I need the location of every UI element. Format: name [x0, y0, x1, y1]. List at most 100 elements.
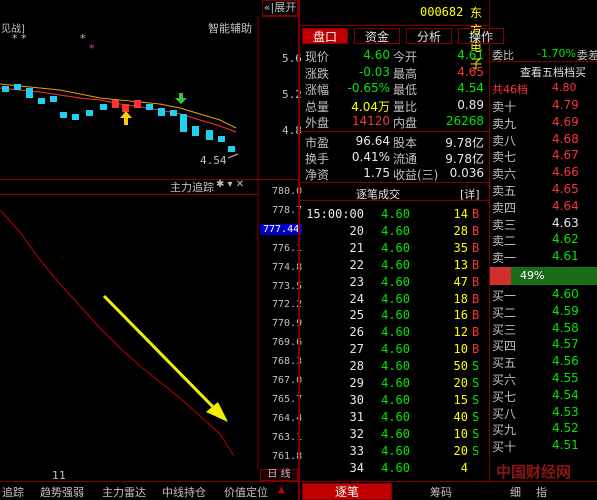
candle: [112, 100, 119, 108]
trade-direction: S: [472, 443, 480, 458]
fund-label: 换手: [305, 152, 330, 166]
trade-price: 4.60: [381, 342, 410, 357]
ask-price[interactable]: 4.67: [552, 148, 579, 162]
candle: [122, 104, 129, 112]
bid-price[interactable]: 4.59: [552, 304, 579, 318]
trade-direction: S: [472, 409, 480, 424]
bid-price[interactable]: 4.58: [552, 321, 579, 335]
ask-price[interactable]: 4.68: [552, 132, 579, 146]
trade-price: 4.60: [381, 460, 410, 475]
trade-volume: 28: [453, 223, 468, 238]
trade-time: 26: [349, 325, 364, 340]
ask-price[interactable]: 4.64: [552, 199, 579, 213]
candle: [100, 104, 107, 110]
ask-level-label: 卖七: [492, 150, 517, 165]
kline-panel[interactable]: 见战] 智能辅助 * * * * «|展开 5.6 5.2 4.8 4.54: [0, 0, 302, 180]
quote-value: 4.54: [457, 81, 484, 95]
indicator-panel[interactable]: 主力追踪 ✱ ▾ ✕ 780.0 778.7 777.44 776.1 774.8 773…: [0, 179, 303, 482]
bid-price[interactable]: 4.52: [552, 421, 579, 435]
view-all-levels[interactable]: 查看五档档买: [520, 64, 586, 80]
candle: [86, 110, 93, 116]
trade-time: 20: [349, 223, 364, 238]
tab-chips[interactable]: 筹码: [430, 484, 452, 500]
tab-trace[interactable]: 追踪: [2, 484, 24, 500]
trade-volume: 18: [453, 291, 468, 306]
bottom-tab-bar: 追踪 趋势强弱 主力雷达 中线持仓 价值定位 ▲: [0, 481, 298, 500]
bid-price[interactable]: 4.51: [552, 438, 579, 452]
ask-price[interactable]: 4.79: [552, 98, 579, 112]
trade-direction: B: [472, 207, 480, 221]
tab-analysis[interactable]: 分析: [406, 28, 452, 44]
quote-label: 现价: [305, 50, 330, 64]
bid-level-label: 买九: [492, 423, 517, 438]
trade-direction: S: [472, 359, 480, 374]
scroll-up-icon[interactable]: ▲: [278, 485, 285, 495]
day-line-button[interactable]: 日 线: [260, 469, 298, 481]
trade-price: 4.60: [381, 257, 410, 272]
bid-price[interactable]: 4.55: [552, 371, 579, 385]
ask-price[interactable]: 4.66: [552, 165, 579, 179]
tab-radar[interactable]: 主力雷达: [102, 484, 146, 500]
trade-direction: S: [472, 392, 480, 407]
ask-level-label: 卖三: [492, 217, 517, 232]
ask-price[interactable]: 4.61: [552, 249, 579, 263]
weibi-value: -1.70%: [537, 47, 576, 60]
weibi-row: 委比 -1.70% 委差: [490, 46, 597, 62]
trades-detail-link[interactable]: [详]: [460, 186, 480, 202]
trade-volume: 50: [453, 359, 468, 374]
candle: [14, 84, 21, 90]
trade-price: 4.60: [381, 274, 410, 289]
trade-time: 23: [349, 274, 364, 289]
trade-direction: B: [472, 342, 480, 357]
fund-label: 净资: [305, 168, 330, 182]
trade-price: 4.60: [381, 223, 410, 238]
bid-level-label: 买七: [492, 389, 517, 404]
low-price-marker: 4.54: [200, 154, 227, 167]
trade-volume: 12: [453, 325, 468, 340]
fund-value: 96.64: [355, 134, 390, 148]
bid-level-label: 买一: [492, 289, 517, 303]
trade-volume: 15: [453, 392, 468, 407]
tab-pankou[interactable]: 盘口: [302, 28, 348, 44]
ask-price[interactable]: 4.69: [552, 115, 579, 129]
trade-direction: B: [472, 223, 480, 238]
quote-label: 今开: [393, 50, 418, 64]
ask-level-label: 卖一: [492, 251, 517, 266]
tab-detail[interactable]: 细: [510, 484, 521, 500]
ask-price[interactable]: 4.63: [552, 216, 579, 230]
ask-price[interactable]: 4.65: [552, 182, 579, 196]
trade-price: 4.60: [381, 409, 410, 424]
tab-trend[interactable]: 趋势强弱: [40, 484, 84, 500]
tab-value[interactable]: 价值定位: [224, 484, 268, 500]
candle: [72, 114, 79, 120]
trades-header: 逐笔成交 [详]: [300, 185, 489, 201]
fund-value: 9.78亿: [445, 152, 484, 166]
candle: [60, 112, 67, 118]
top-ask-price: 4.80: [552, 81, 577, 94]
trade-price: 4.60: [381, 240, 410, 255]
bid-price[interactable]: 4.53: [552, 405, 579, 419]
trade-price: 4.60: [381, 376, 410, 390]
ask-price[interactable]: 4.62: [552, 232, 579, 246]
ask-level-label: 卖十: [492, 100, 517, 114]
tab-index[interactable]: 指: [536, 484, 547, 500]
ask-level-label: 卖五: [492, 184, 517, 198]
trade-direction: B: [472, 308, 480, 323]
fund-label: 市盈: [305, 136, 330, 150]
tab-funds[interactable]: 资金: [354, 28, 400, 44]
trade-time: 32: [349, 426, 364, 441]
bid-price[interactable]: 4.56: [552, 354, 579, 368]
candle: [26, 88, 33, 98]
bid-price[interactable]: 4.54: [552, 388, 579, 402]
bid-level-label: 买四: [492, 339, 517, 354]
bid-price[interactable]: 4.60: [552, 287, 579, 301]
quote-label: 涨幅: [305, 83, 330, 97]
tab-tick[interactable]: 逐笔: [302, 483, 392, 500]
trade-volume: 4: [460, 460, 468, 475]
tab-midline[interactable]: 中线持仓: [162, 484, 206, 500]
fund-value: 0.41%: [351, 150, 390, 164]
quote-label: 内盘: [393, 116, 418, 130]
trade-time: 25: [349, 308, 364, 323]
bid-price[interactable]: 4.57: [552, 337, 579, 351]
fund-value: 0.036: [449, 166, 484, 180]
